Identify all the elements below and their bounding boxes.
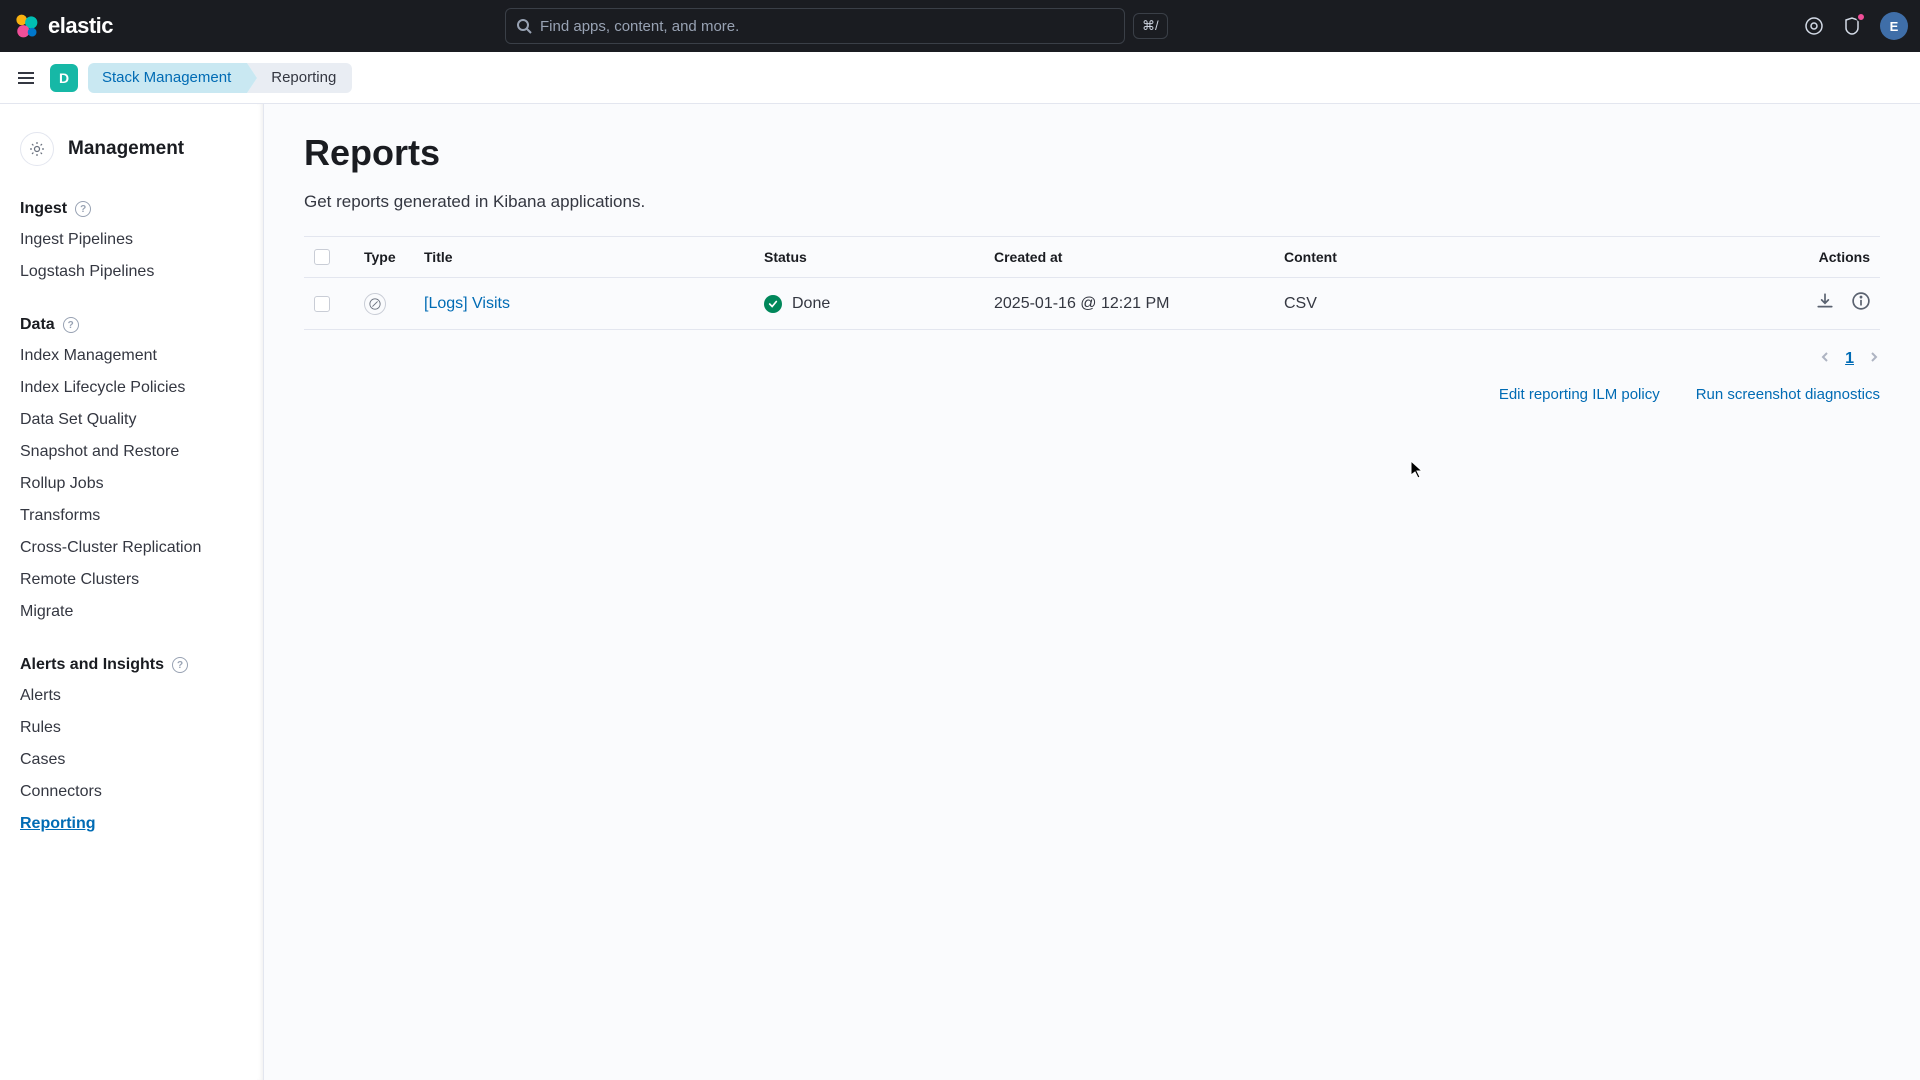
sidebar-section-alerts: Alerts and Insights ?: [0, 646, 263, 680]
sidebar-title: Management: [0, 122, 263, 190]
status-cell: Done: [764, 295, 974, 313]
sidebar-item-logstash-pipelines[interactable]: Logstash Pipelines: [0, 256, 263, 288]
sidebar-item-cases[interactable]: Cases: [0, 744, 263, 776]
notification-dot-icon: [1856, 12, 1866, 22]
sidebar-section-ingest: Ingest ?: [0, 190, 263, 224]
pagination: 1: [304, 350, 1880, 368]
row-actions: [1444, 292, 1870, 315]
status-text: Done: [792, 295, 830, 313]
management-sidebar: Management Ingest ? Ingest Pipelines Log…: [0, 104, 264, 1080]
edit-ilm-policy-link[interactable]: Edit reporting ILM policy: [1499, 386, 1660, 403]
global-search-input[interactable]: [540, 18, 1114, 35]
sidebar-item-rollup-jobs[interactable]: Rollup Jobs: [0, 468, 263, 500]
sidebar-item-ingest-pipelines[interactable]: Ingest Pipelines: [0, 224, 263, 256]
next-page-button[interactable]: [1868, 350, 1880, 368]
col-title[interactable]: Title: [414, 237, 754, 278]
page-title: Reports: [304, 132, 1880, 174]
help-icon[interactable]: [1804, 16, 1824, 36]
row-checkbox[interactable]: [314, 296, 330, 312]
created-at-cell: 2025-01-16 @ 12:21 PM: [984, 278, 1274, 330]
breadcrumb: Stack Management Reporting: [88, 63, 352, 93]
global-search-wrap: ⌘/: [505, 8, 1168, 44]
header-right: E: [1804, 12, 1908, 40]
sidebar-item-transforms[interactable]: Transforms: [0, 500, 263, 532]
user-avatar[interactable]: E: [1880, 12, 1908, 40]
gear-icon: [20, 132, 54, 166]
question-icon[interactable]: ?: [63, 317, 79, 333]
global-header: elastic ⌘/ E: [0, 0, 1920, 52]
search-icon: [516, 18, 532, 34]
sidebar-item-remote-clusters[interactable]: Remote Clusters: [0, 564, 263, 596]
sidebar-section-label: Data: [20, 316, 55, 334]
sidebar-title-text: Management: [68, 138, 184, 160]
download-icon[interactable]: [1816, 292, 1834, 315]
col-actions: Actions: [1434, 237, 1880, 278]
question-icon[interactable]: ?: [172, 657, 188, 673]
compass-icon: [364, 293, 386, 315]
breadcrumb-stack-management[interactable]: Stack Management: [88, 63, 247, 93]
sidebar-item-alerts[interactable]: Alerts: [0, 680, 263, 712]
page-subtitle: Get reports generated in Kibana applicat…: [304, 192, 1880, 212]
elastic-logo[interactable]: elastic: [12, 12, 113, 40]
report-title-link[interactable]: [Logs] Visits: [424, 295, 510, 312]
table-header-row: Type Title Status Created at Content Act…: [304, 237, 1880, 278]
sidebar-section-label: Ingest: [20, 200, 67, 218]
select-all-checkbox[interactable]: [314, 249, 330, 265]
sidebar-item-rules[interactable]: Rules: [0, 712, 263, 744]
elastic-logo-icon: [12, 12, 40, 40]
main-content: Reports Get reports generated in Kibana …: [264, 104, 1920, 1080]
info-icon[interactable]: [1852, 292, 1870, 315]
question-icon[interactable]: ?: [75, 201, 91, 217]
elastic-logo-text: elastic: [48, 13, 113, 39]
sidebar-item-index-management[interactable]: Index Management: [0, 340, 263, 372]
sidebar-item-ccr[interactable]: Cross-Cluster Replication: [0, 532, 263, 564]
global-search[interactable]: [505, 8, 1125, 44]
content-cell: CSV: [1274, 278, 1434, 330]
page-number[interactable]: 1: [1845, 350, 1854, 368]
check-circle-icon: [764, 295, 782, 313]
page-layout: Management Ingest ? Ingest Pipelines Log…: [0, 104, 1920, 1080]
sidebar-item-ilm-policies[interactable]: Index Lifecycle Policies: [0, 372, 263, 404]
search-shortcut-badge: ⌘/: [1133, 13, 1168, 39]
col-status[interactable]: Status: [754, 237, 984, 278]
space-selector[interactable]: D: [50, 64, 78, 92]
sidebar-item-connectors[interactable]: Connectors: [0, 776, 263, 808]
sidebar-item-reporting[interactable]: Reporting: [0, 808, 263, 840]
sidebar-section-data: Data ?: [0, 306, 263, 340]
run-diagnostics-link[interactable]: Run screenshot diagnostics: [1696, 386, 1880, 403]
secondary-header: D Stack Management Reporting: [0, 52, 1920, 104]
col-created[interactable]: Created at: [984, 237, 1274, 278]
footer-links: Edit reporting ILM policy Run screenshot…: [304, 386, 1880, 403]
chevron-left-icon: [1819, 351, 1831, 363]
sidebar-section-label: Alerts and Insights: [20, 656, 164, 674]
nav-toggle-button[interactable]: [12, 64, 40, 92]
sidebar-item-migrate[interactable]: Migrate: [0, 596, 263, 628]
col-content[interactable]: Content: [1274, 237, 1434, 278]
chevron-right-icon: [1868, 351, 1880, 363]
table-row: [Logs] Visits Done 2025-01-16 @ 12:21 PM…: [304, 278, 1880, 330]
prev-page-button[interactable]: [1819, 350, 1831, 368]
sidebar-item-data-set-quality[interactable]: Data Set Quality: [0, 404, 263, 436]
sidebar-item-snapshot-restore[interactable]: Snapshot and Restore: [0, 436, 263, 468]
col-type[interactable]: Type: [354, 237, 414, 278]
breadcrumb-reporting: Reporting: [247, 63, 352, 93]
reports-table: Type Title Status Created at Content Act…: [304, 236, 1880, 330]
newsfeed-icon[interactable]: [1842, 16, 1862, 36]
